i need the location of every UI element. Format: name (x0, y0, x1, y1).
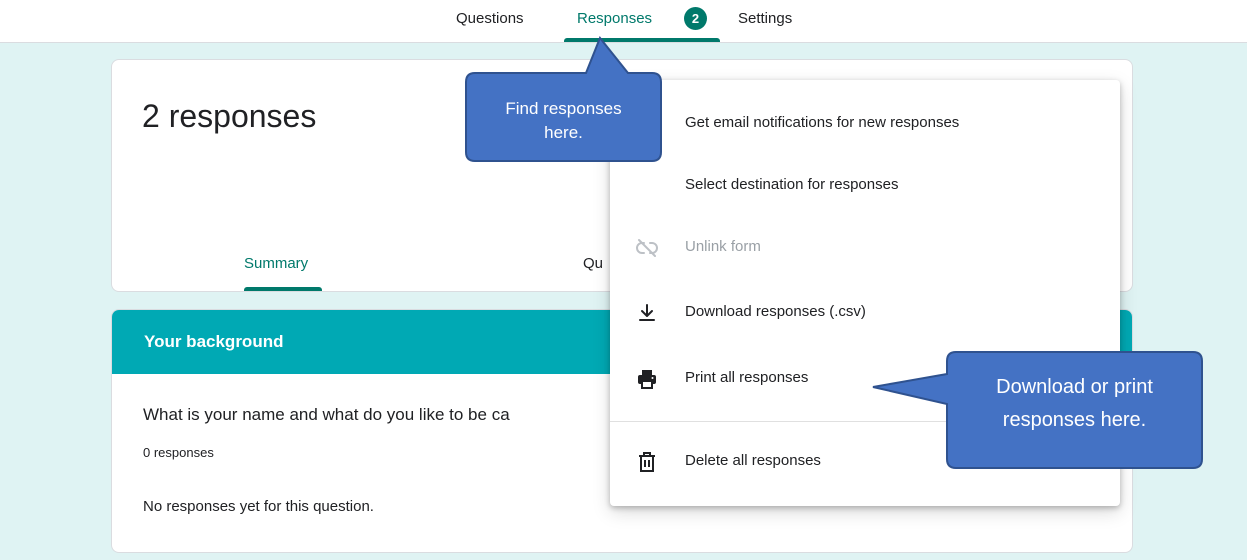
menu-item-email-notifications[interactable]: Get email notifications for new response… (610, 100, 1120, 148)
print-icon (634, 366, 660, 392)
menu-item-download-csv[interactable]: Download responses (.csv) (610, 289, 1120, 337)
menu-item-label: Download responses (.csv) (685, 303, 866, 320)
menu-item-unlink-form: Unlink form (610, 224, 1120, 272)
callout-download-text: Download or print responses here. (947, 371, 1202, 437)
menu-item-label: Print all responses (685, 369, 809, 386)
question-response-count: 0 responses (143, 445, 214, 460)
callout-find-line1: Find responses (505, 99, 622, 118)
menu-item-delete-all[interactable]: Delete all responses (610, 438, 1120, 486)
summary-tab-indicator (244, 287, 322, 291)
responses-options-menu: Get email notifications for new response… (610, 80, 1120, 506)
unlink-icon (634, 235, 660, 261)
callout-find-text: Find responses here. (466, 97, 661, 145)
tab-responses[interactable]: Responses (577, 10, 652, 27)
menu-item-select-destination[interactable]: Select destination for responses (610, 162, 1120, 210)
tab-questions[interactable]: Questions (456, 10, 524, 27)
empty-responses-text: No responses yet for this question. (143, 498, 374, 515)
responses-count-badge: 2 (684, 7, 707, 30)
callout-download-line2: responses here. (1002, 409, 1147, 431)
top-nav: Questions Responses 2 Settings (0, 0, 1247, 43)
callout-download-line1: Download or print (996, 376, 1153, 398)
active-tab-indicator (564, 38, 720, 42)
menu-item-label: Delete all responses (685, 452, 821, 469)
download-icon (634, 300, 660, 326)
question-title: What is your name and what do you like t… (143, 405, 510, 424)
tab-settings[interactable]: Settings (738, 10, 792, 27)
response-count-title: 2 responses (142, 98, 317, 134)
tab-summary[interactable]: Summary (244, 255, 308, 272)
callout-find-line2: here. (544, 123, 583, 142)
menu-item-label: Unlink form (685, 238, 761, 255)
trash-icon (634, 449, 660, 475)
tab-question[interactable]: Qu (583, 255, 603, 272)
menu-item-label: Get email notifications for new response… (685, 114, 960, 131)
menu-item-label: Select destination for responses (685, 176, 899, 193)
